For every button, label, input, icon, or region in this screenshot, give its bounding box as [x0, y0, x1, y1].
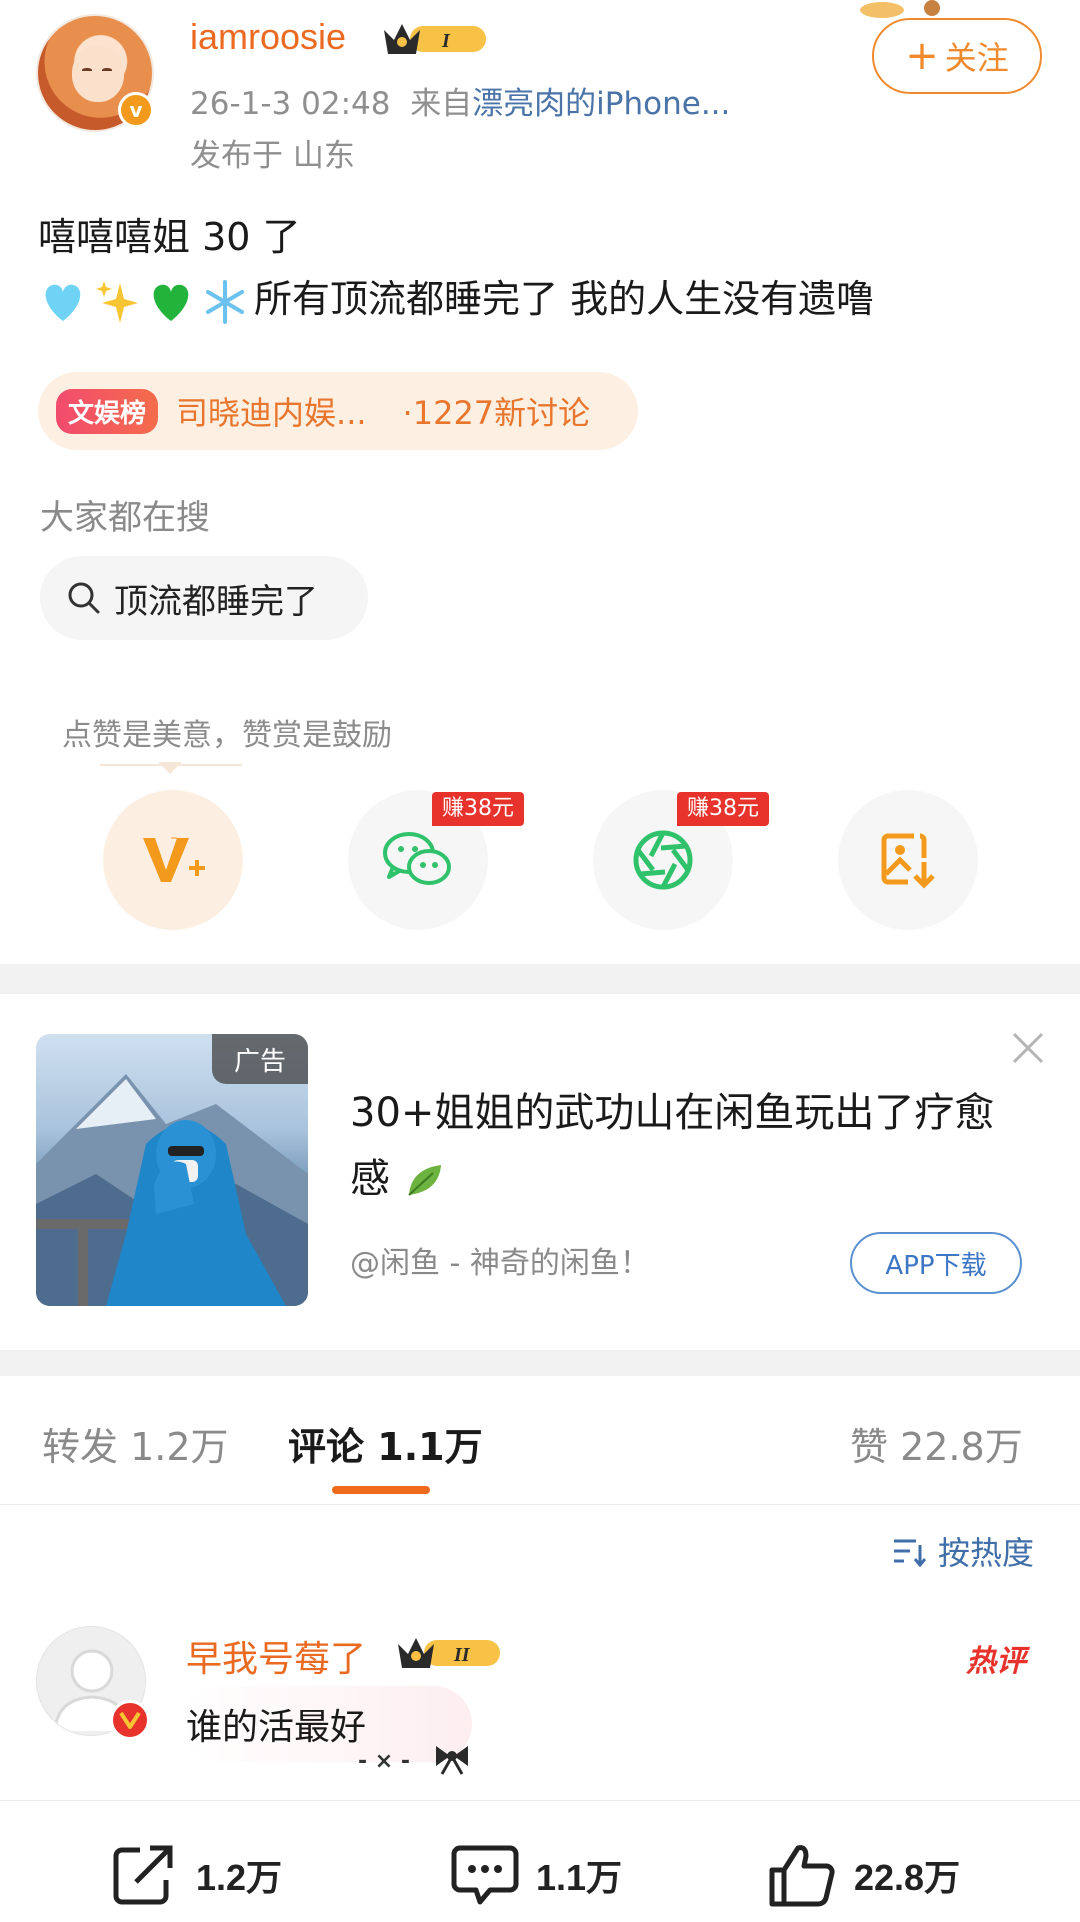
commenter-verified-icon: [110, 1700, 150, 1740]
vip-level-text: II: [453, 1644, 471, 1666]
verified-badge-icon: v: [118, 92, 154, 128]
source-prefix: 来自: [410, 86, 473, 122]
hot-comment-badge: 热评: [966, 1644, 1026, 1679]
post-text-line2: 所有顶流都睡完了 我的人生没有遗噜: [38, 268, 874, 327]
sparkles-icon: [96, 280, 138, 323]
green-heart-icon: [153, 284, 189, 321]
vip-crown-icon: II: [398, 1638, 500, 1668]
search-suggestion-text: 顶流都睡完了: [114, 581, 318, 622]
avatar-face: [72, 46, 124, 102]
snowflake-icon: [206, 279, 244, 324]
tab-like[interactable]: 赞 22.8万: [850, 1416, 1023, 1471]
plus-icon: +: [905, 33, 939, 79]
wechat-icon: [383, 832, 451, 885]
comment-text: 谁的活最好: [186, 1707, 367, 1748]
section-divider: [0, 964, 1080, 994]
ad-source: @闲鱼 - 神奇的闲鱼！: [350, 1246, 650, 1281]
save-image-button[interactable]: [838, 790, 978, 930]
section-divider: [0, 1350, 1080, 1376]
source-device-link[interactable]: 漂亮肉的iPhone...: [472, 86, 730, 122]
vip-crown-icon: I: [384, 24, 486, 54]
bottom-like-button[interactable]: 22.8万: [768, 1842, 960, 1908]
tab-comment-label: 评论: [288, 1425, 365, 1469]
search-icon: [68, 582, 100, 614]
avatar-eye: [82, 68, 92, 72]
post-text-line1: 嘻嘻嘻姐 30 了: [38, 215, 301, 259]
check-v-icon: [119, 1711, 141, 1729]
post-text-line2-text: 所有顶流都睡完了 我的人生没有遗噜: [254, 277, 875, 321]
bottom-bar-divider: [0, 1800, 1080, 1801]
ad-title[interactable]: 30+姐姐的武功山在闲鱼玩出了疗愈感: [350, 1080, 1010, 1212]
tab-comment[interactable]: 评论 1.1万: [288, 1416, 483, 1471]
bow-decoration-icon: - × -: [358, 1746, 468, 1775]
share-icon: [113, 1845, 173, 1905]
reward-v-plus-icon: [143, 837, 205, 882]
bottom-comment-count: 1.1万: [536, 1857, 623, 1898]
tab-repost[interactable]: 转发 1.2万: [42, 1416, 229, 1471]
app-download-button[interactable]: APP下载: [850, 1232, 1022, 1294]
thumbs-up-icon: [769, 1845, 835, 1907]
follow-label: 关注: [944, 39, 1009, 77]
vip-level-text: I: [441, 30, 451, 52]
tab-divider: [0, 1504, 1080, 1505]
bottom-like-count: 22.8万: [854, 1857, 961, 1898]
earn-badge-wechat: 赚38元: [432, 792, 524, 826]
follow-button[interactable]: + 关注: [872, 18, 1042, 94]
bow-decoration-text: - × -: [358, 1749, 410, 1774]
ad-badge: 广告: [212, 1034, 308, 1084]
author-username[interactable]: iamroosie: [190, 16, 346, 58]
avatar-eye: [102, 68, 112, 72]
sort-label: 按热度: [938, 1534, 1035, 1572]
bottom-repost-count: 1.2万: [196, 1857, 283, 1898]
post-timestamp: 26-1-3 02:48: [190, 86, 391, 122]
hot-list-tag: 文娱榜: [56, 388, 159, 434]
close-icon[interactable]: [1010, 1030, 1046, 1066]
sort-icon: [894, 1539, 926, 1567]
active-tab-indicator: [332, 1486, 430, 1494]
comment-icon: [451, 1845, 519, 1905]
search-suggestion-chip[interactable]: 顶流都睡完了: [40, 556, 368, 640]
follow-decoration-icon: [860, 0, 940, 18]
search-section-label: 大家都在搜: [40, 498, 210, 538]
hot-list-pill[interactable]: 文娱榜 司晓迪内娱... ·1227新讨论: [38, 372, 638, 450]
leaf-icon: [408, 1165, 441, 1196]
reward-hint: 点赞是美意，赞赏是鼓励: [62, 718, 392, 753]
hot-list-title: 司晓迪内娱...: [176, 394, 367, 432]
commenter-username[interactable]: 早我号莓了: [186, 1630, 366, 1682]
post-meta: 26-1-3 02:48 来自漂亮肉的iPhone...: [190, 78, 730, 123]
tab-comment-count: 1.1万: [377, 1425, 483, 1469]
reward-hint-caret: [158, 762, 182, 774]
earn-badge-moments: 赚38元: [677, 792, 769, 826]
bottom-repost-button[interactable]: 1.2万: [110, 1842, 282, 1908]
bottom-comment-button[interactable]: 1.1万: [450, 1842, 622, 1908]
save-image-icon: [881, 833, 935, 889]
sort-button[interactable]: 按热度: [892, 1528, 1034, 1574]
reward-button[interactable]: [103, 790, 243, 930]
post-location: 发布于 山东: [190, 138, 355, 174]
light-blue-heart-icon: [45, 284, 81, 321]
hot-list-count: ·1227新讨论: [402, 394, 591, 432]
moments-icon: [633, 830, 693, 890]
